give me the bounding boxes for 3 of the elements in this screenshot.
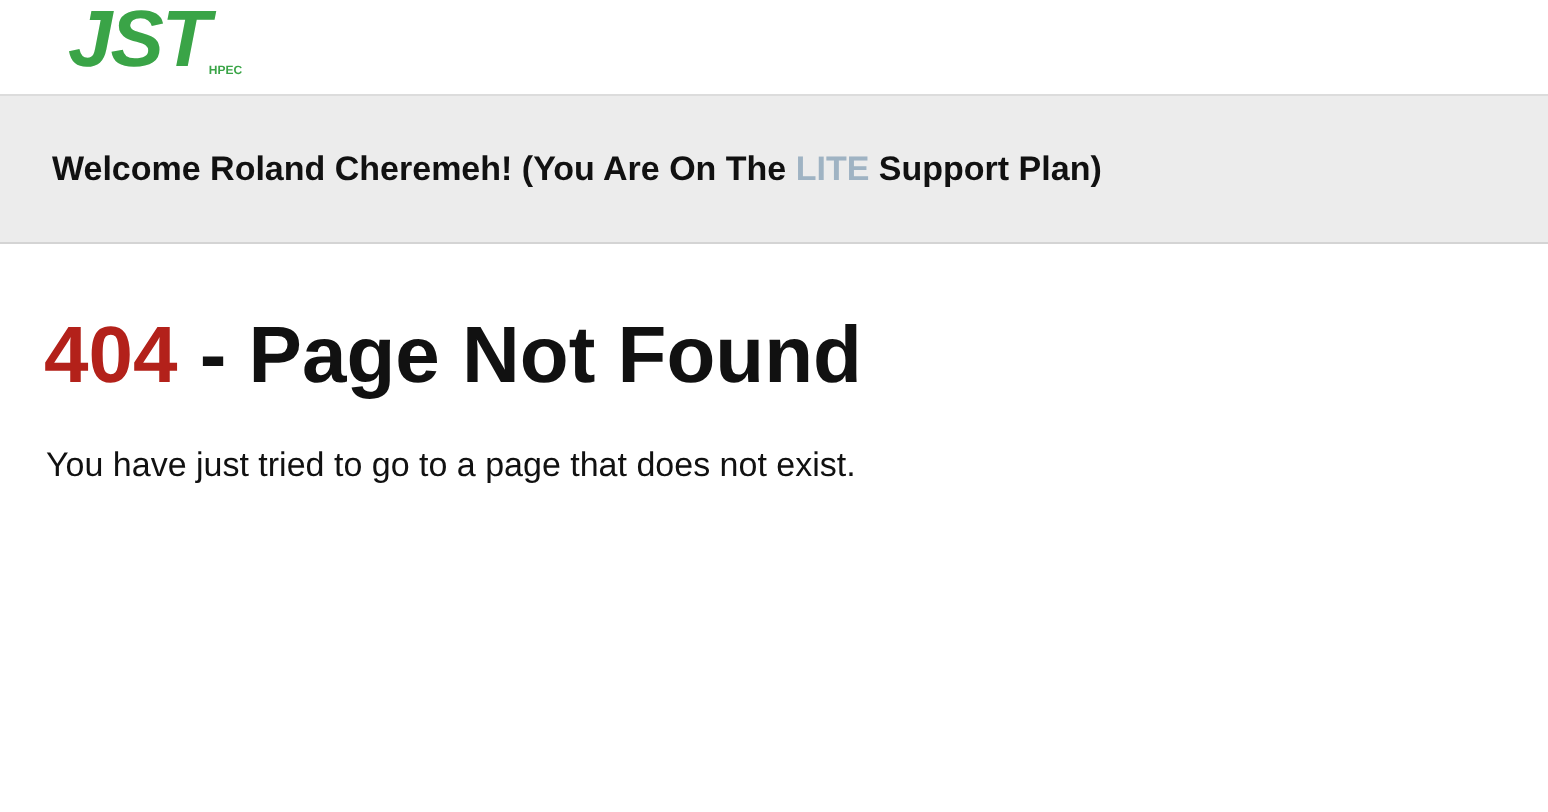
- error-message: You have just tried to go to a page that does not exist.: [46, 444, 858, 488]
- page-heading: 404 - Page Not Found: [44, 310, 864, 404]
- welcome-text: Welcome Roland Cheremeh! (You Are On The LITE Support Plan): [52, 147, 1102, 192]
